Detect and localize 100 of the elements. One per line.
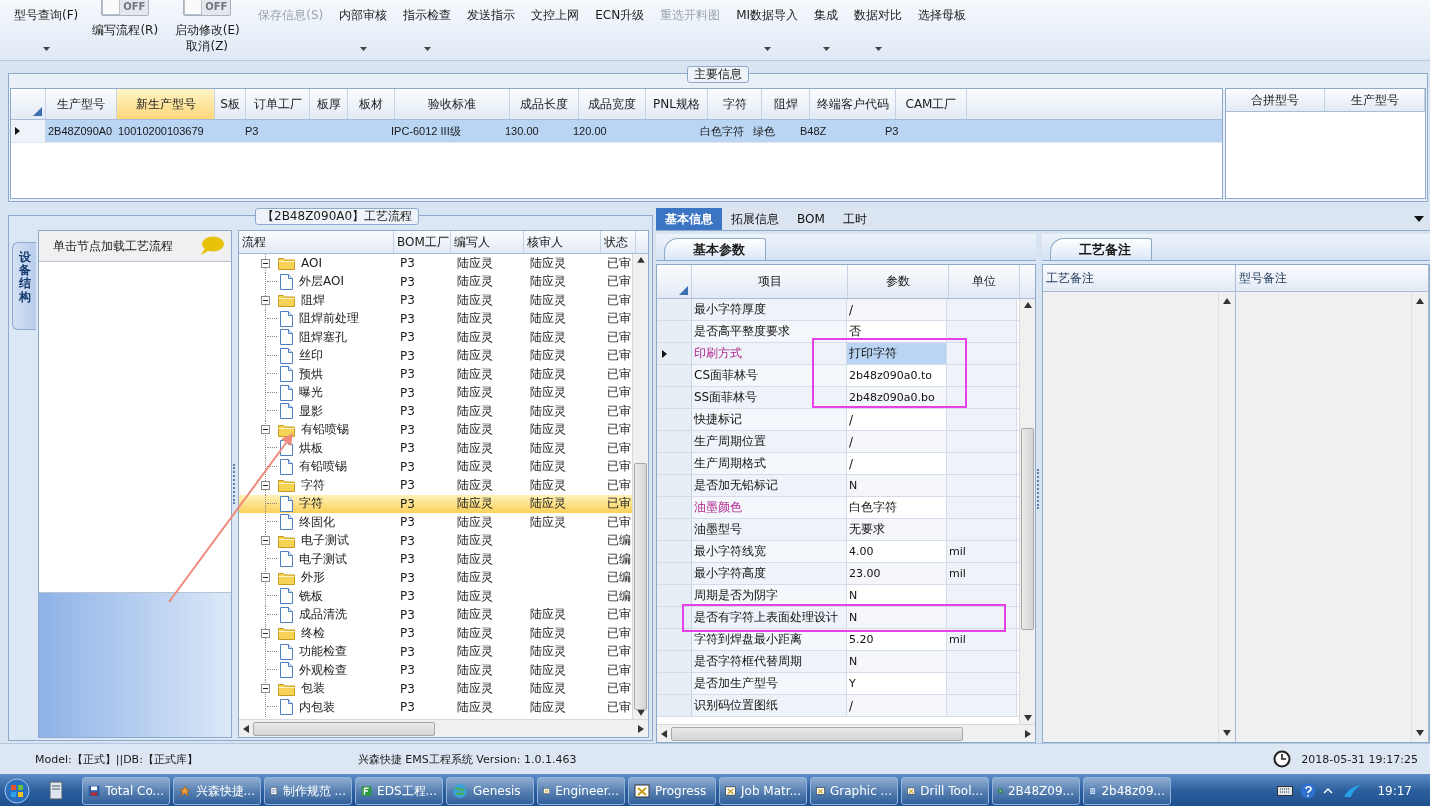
tab[interactable]: 拓展信息	[722, 208, 788, 230]
table-row[interactable]: 最小字符线宽 4.00 mil	[657, 541, 1019, 563]
collapse-icon[interactable]	[261, 425, 270, 435]
table-row[interactable]: 油墨型号 无要求	[657, 519, 1019, 541]
column-header[interactable]: 验收标准	[395, 89, 510, 119]
dropdown-caret-icon[interactable]	[763, 47, 771, 51]
swoosh-icon[interactable]	[1342, 783, 1363, 799]
table-row[interactable]: 油墨颜色 白色字符	[657, 497, 1019, 519]
table-row[interactable]: 是否字符框代替周期 N	[657, 651, 1019, 673]
column-header[interactable]: S板	[215, 89, 246, 119]
toggle-switch[interactable]: OFF	[101, 0, 150, 16]
scrollbar-thumb[interactable]	[253, 721, 435, 736]
table-row[interactable]: CS面菲林号 2b48z090a0.to	[657, 365, 1019, 387]
column-header[interactable]: 终端客户代码	[810, 89, 896, 119]
taskbar-button[interactable]: Drill Tool...	[901, 777, 989, 805]
toolbar-button[interactable]: 启动修改(E) 取消(Z)	[172, 16, 242, 54]
table-row[interactable]: 是否加无铅标记 N	[657, 475, 1019, 497]
column-header[interactable]: 项目	[692, 265, 848, 298]
table-row[interactable]: 生产周期位置 /	[657, 431, 1019, 453]
taskbar-button[interactable]: Genesis	[446, 777, 534, 805]
collapse-icon[interactable]	[261, 684, 270, 694]
column-header[interactable]: 合拼型号	[1226, 89, 1325, 111]
dropdown-caret-icon[interactable]	[874, 47, 882, 51]
taskbar-button[interactable]: 2B48Z09...	[992, 777, 1080, 805]
scroll-arrow-icon[interactable]	[1223, 730, 1231, 736]
panel-tab[interactable]: 基本参数	[664, 238, 766, 260]
column-header[interactable]: 工艺备注	[1043, 265, 1236, 291]
collapse-icon[interactable]	[261, 628, 270, 638]
taskbar-button[interactable]: Graphic ...	[810, 777, 898, 805]
taskbar-button[interactable]: 制作规范 ...	[264, 777, 352, 805]
scroll-arrow-icon[interactable]	[1416, 298, 1424, 304]
table-row[interactable]: 最小字符高度 23.00 mil	[657, 563, 1019, 585]
toolbar-button[interactable]: 数据对比	[850, 0, 907, 23]
column-header[interactable]: 板材	[348, 89, 395, 119]
tab[interactable]: BOM	[788, 208, 834, 230]
taskbar-button[interactable]: Total Co...	[82, 777, 170, 805]
column-header[interactable]: CAM工厂	[896, 89, 967, 119]
table-row[interactable]: 印刷方式 打印字符	[657, 343, 1019, 365]
scrollbar-thumb[interactable]	[1021, 428, 1034, 630]
taskbar-button[interactable]: Job Matr...	[719, 777, 807, 805]
column-header[interactable]: 流程	[239, 231, 394, 253]
collapse-icon[interactable]	[261, 536, 270, 546]
column-header[interactable]: 新生产型号	[117, 89, 215, 119]
toolbar-button[interactable]: 编写流程(R)	[90, 16, 161, 38]
scroll-arrow-icon[interactable]	[636, 257, 645, 263]
column-header[interactable]: 字符	[708, 89, 762, 119]
chevron-up-icon[interactable]	[1323, 787, 1334, 795]
toolbar-button[interactable]: 型号查询(F)	[10, 0, 83, 23]
column-header[interactable]: 板厚	[310, 89, 348, 119]
table-row[interactable]: 周期是否为阴字 N	[657, 585, 1019, 607]
scrollbar-thumb[interactable]	[634, 462, 647, 711]
collapse-icon[interactable]	[261, 480, 270, 490]
tab[interactable]: 基本信息	[656, 208, 722, 230]
taskbar-button[interactable]: EDS工程...	[355, 777, 443, 805]
taskbar-button[interactable]: Progress	[628, 777, 716, 805]
column-header[interactable]: 生产型号	[1325, 89, 1425, 111]
start-button[interactable]	[4, 778, 30, 804]
column-header[interactable]: 编写人	[451, 231, 524, 253]
column-header[interactable]: 核审人	[524, 231, 601, 253]
scroll-arrow-icon[interactable]	[1223, 298, 1231, 304]
tab[interactable]: 工时	[833, 208, 876, 230]
table-row[interactable]: 是否有字符上表面处理设计 N	[657, 607, 1019, 629]
column-header[interactable]: PNL规格	[646, 89, 708, 119]
scrollbar-thumb[interactable]	[671, 726, 963, 741]
collapse-icon[interactable]	[261, 295, 270, 305]
column-header[interactable]: 订单工厂	[246, 89, 310, 119]
dropdown-caret-icon[interactable]	[822, 47, 830, 51]
column-header[interactable]: BOM工厂	[394, 231, 451, 253]
toolbar-button[interactable]: 选择母板	[914, 0, 971, 23]
panel-tab[interactable]: 工艺备注	[1050, 238, 1152, 260]
toolbar-button[interactable]: ECN升级	[591, 0, 649, 23]
table-row[interactable]: 字符到焊盘最小距离 5.20 mil	[657, 629, 1019, 651]
dropdown-caret-icon[interactable]	[359, 47, 367, 51]
scroll-arrow-icon[interactable]	[243, 724, 249, 733]
table-row[interactable]: SS面菲林号 2b48z090a0.bo	[657, 387, 1019, 409]
column-header[interactable]: 状态	[601, 231, 636, 253]
toggle-switch[interactable]: OFF	[183, 0, 232, 16]
keyboard-icon[interactable]	[1277, 785, 1294, 797]
dropdown-caret-icon[interactable]	[1414, 216, 1424, 222]
dropdown-caret-icon[interactable]	[423, 47, 431, 51]
taskbar-button[interactable]: Engineer...	[537, 777, 625, 805]
table-row[interactable]: 生产周期格式 /	[657, 453, 1019, 475]
scroll-arrow-icon[interactable]	[661, 729, 667, 738]
column-header[interactable]: 参数	[848, 265, 949, 298]
toolbar-button[interactable]: 内部审核	[335, 0, 392, 23]
side-tab[interactable]: 设备结构	[12, 242, 36, 330]
table-row[interactable]: 识别码位置图纸 /	[657, 695, 1019, 717]
taskbar-button[interactable]: 2b48z09...	[1083, 777, 1171, 805]
scroll-arrow-icon[interactable]	[1023, 302, 1032, 308]
table-row[interactable]: 2B48Z090A0 10010200103679 P3 IPC-6012 III级 130.00 120.00 白色字符 绿色 B48Z P3	[11, 120, 1222, 143]
table-row[interactable]: 是否加生产型号 Y	[657, 673, 1019, 695]
toolbar-button[interactable]: 发送指示	[463, 0, 520, 23]
column-header[interactable]: 型号备注	[1236, 265, 1429, 291]
collapse-icon[interactable]	[261, 258, 270, 268]
column-header[interactable]: 成品长度	[510, 89, 579, 119]
taskbar-button[interactable]: 兴森快捷...	[173, 777, 261, 805]
column-header[interactable]: 阻焊	[762, 89, 810, 119]
toolbar-button[interactable]: MI数据导入	[732, 0, 803, 23]
table-row[interactable]: 最小字符厚度 /	[657, 299, 1019, 321]
dropdown-caret-icon[interactable]	[42, 47, 50, 51]
